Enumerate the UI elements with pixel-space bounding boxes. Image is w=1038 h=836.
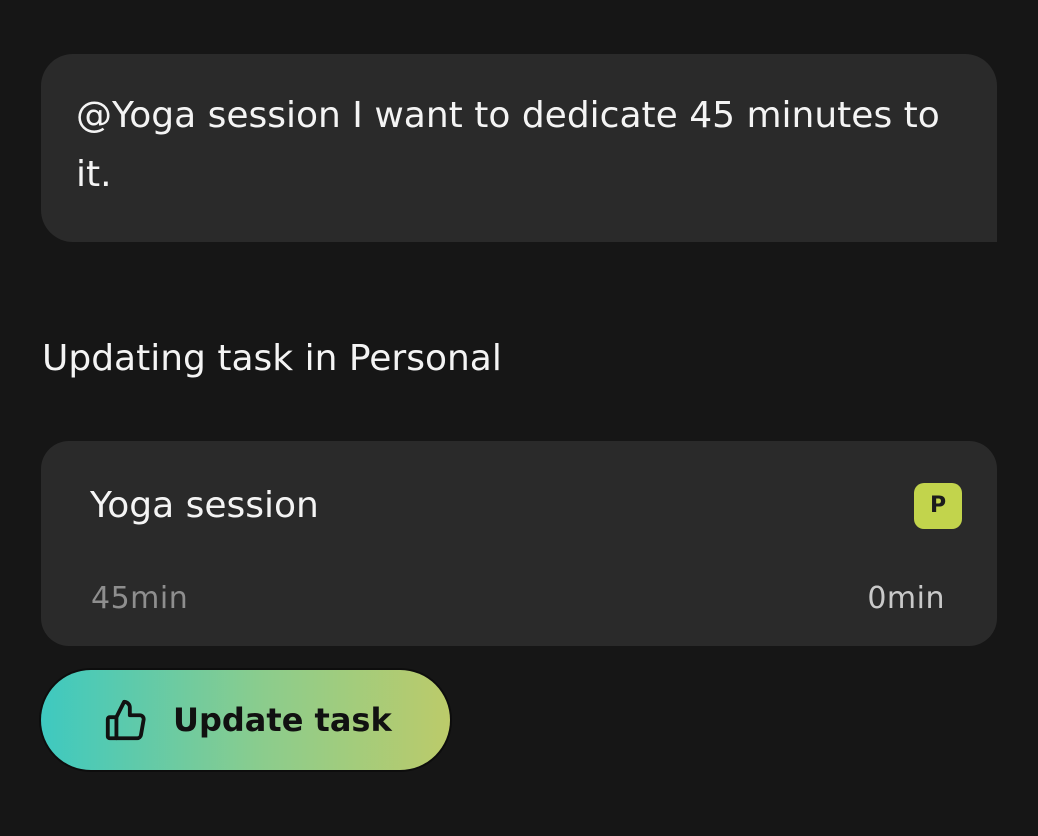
task-title: Yoga session [90, 485, 319, 526]
update-task-label: Update task [173, 701, 392, 739]
update-task-button[interactable]: Update task [41, 670, 450, 770]
user-message-bubble: @Yoga session I want to dedicate 45 minu… [41, 54, 997, 242]
category-badge: P [914, 483, 962, 529]
task-card[interactable]: Yoga session P 45min 0min [41, 441, 997, 646]
user-message-text: @Yoga session I want to dedicate 45 minu… [76, 95, 940, 195]
status-text: Updating task in Personal [42, 338, 502, 379]
tracked-time: 0min [867, 581, 945, 616]
thumbs-up-icon [105, 699, 146, 741]
estimated-time: 45min [91, 581, 189, 616]
